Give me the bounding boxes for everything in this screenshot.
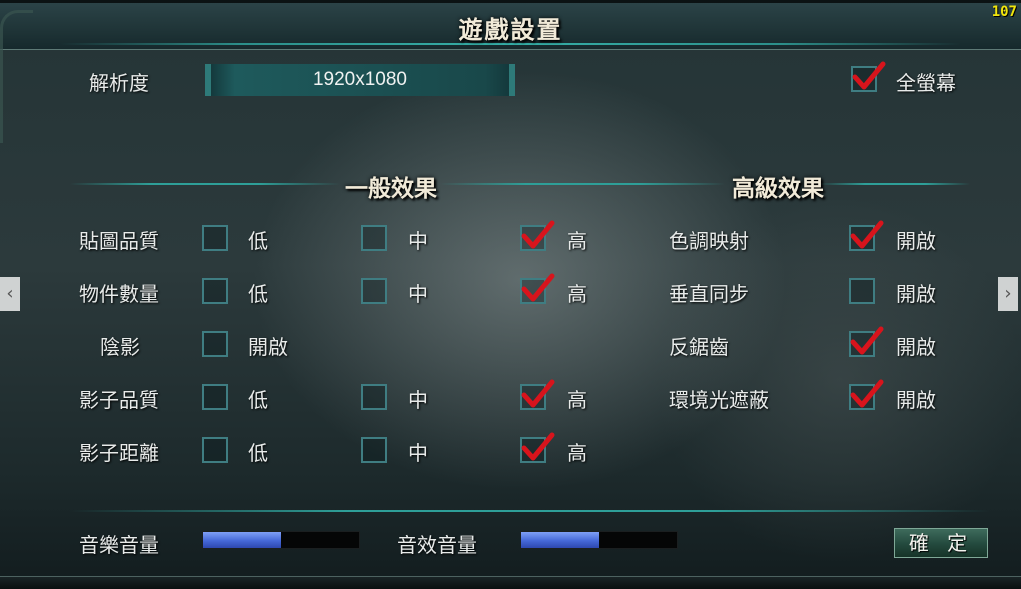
resolution-select[interactable]: 1920x1080 <box>205 64 515 96</box>
bottom-divider <box>70 510 990 512</box>
advanced-option-checkbox[interactable] <box>849 278 875 304</box>
advanced-option-checkbox[interactable] <box>849 326 884 357</box>
sfx-volume-slider[interactable] <box>520 531 678 549</box>
sfx-volume-fill <box>521 532 599 548</box>
general-row-label: 影子品質 <box>79 388 159 412</box>
quality-low-label: 低 <box>248 282 268 306</box>
music-volume-slider[interactable] <box>202 531 360 549</box>
quality-low-checkbox[interactable] <box>202 384 228 410</box>
quality-high-checkbox[interactable] <box>520 220 555 251</box>
advanced-option-checkbox[interactable] <box>849 379 884 410</box>
quality-high-label: 高 <box>567 229 587 253</box>
quality-mid-checkbox[interactable] <box>361 437 387 463</box>
general-row-label: 影子距離 <box>79 441 159 465</box>
general-row-label: 貼圖品質 <box>79 229 159 253</box>
general-row-label: 物件數量 <box>79 282 159 306</box>
quality-high-checkbox[interactable] <box>520 379 555 410</box>
advanced-row-label: 環境光遮蔽 <box>669 388 769 412</box>
quality-high-label: 高 <box>567 441 587 465</box>
quality-low-checkbox[interactable] <box>202 278 228 304</box>
next-arrow-icon[interactable]: › <box>998 277 1018 311</box>
advanced-option-label: 開啟 <box>896 335 936 359</box>
quality-mid-label: 中 <box>408 229 428 253</box>
general-row-label: 陰影 <box>100 335 140 359</box>
divider-right <box>820 183 970 185</box>
quality-high-label: 高 <box>567 282 587 306</box>
quality-mid-checkbox[interactable] <box>361 278 387 304</box>
fps-counter: 107 <box>991 4 1017 20</box>
fullscreen-checkbox[interactable] <box>851 61 886 92</box>
general-option-label: 開啟 <box>248 335 288 359</box>
divider-left <box>70 183 340 185</box>
divider-mid <box>440 183 725 185</box>
confirm-button[interactable]: 確 定 <box>894 528 988 558</box>
advanced-row-label: 垂直同步 <box>669 282 749 306</box>
advanced-option-checkbox[interactable] <box>849 220 884 251</box>
advanced-option-label: 開啟 <box>896 229 936 253</box>
general-section-title: 一般效果 <box>345 175 437 202</box>
quality-mid-label: 中 <box>408 282 428 306</box>
quality-high-checkbox[interactable] <box>520 432 555 463</box>
bottom-frame <box>0 576 1021 589</box>
quality-mid-label: 中 <box>408 388 428 412</box>
prev-arrow-icon[interactable]: ‹ <box>0 277 20 311</box>
settings-panel: 遊戲設置 107 解析度 1920x1080 全螢幕 一般效果 高級效果 貼圖品… <box>0 0 1021 589</box>
resolution-label: 解析度 <box>89 71 149 95</box>
advanced-option-label: 開啟 <box>896 388 936 412</box>
general-option-checkbox[interactable] <box>202 331 228 357</box>
quality-low-checkbox[interactable] <box>202 225 228 251</box>
quality-mid-label: 中 <box>408 441 428 465</box>
page-title: 遊戲設置 <box>458 15 563 44</box>
music-volume-fill <box>203 532 281 548</box>
quality-mid-checkbox[interactable] <box>361 384 387 410</box>
advanced-row-label: 色調映射 <box>669 229 749 253</box>
quality-high-label: 高 <box>567 388 587 412</box>
quality-low-label: 低 <box>248 388 268 412</box>
quality-low-label: 低 <box>248 229 268 253</box>
quality-low-label: 低 <box>248 441 268 465</box>
quality-mid-checkbox[interactable] <box>361 225 387 251</box>
fullscreen-label: 全螢幕 <box>896 71 956 95</box>
music-volume-label: 音樂音量 <box>79 533 159 557</box>
advanced-section-title: 高級效果 <box>732 175 824 202</box>
advanced-option-label: 開啟 <box>896 282 936 306</box>
quality-low-checkbox[interactable] <box>202 437 228 463</box>
quality-high-checkbox[interactable] <box>520 273 555 304</box>
advanced-row-label: 反鋸齒 <box>669 335 729 359</box>
sfx-volume-label: 音效音量 <box>397 533 477 557</box>
